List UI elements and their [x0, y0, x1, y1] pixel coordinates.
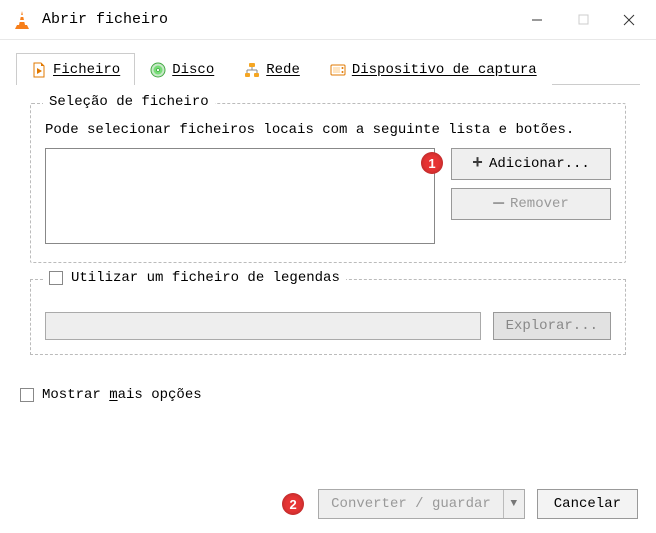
- titlebar: Abrir ficheiro: [0, 0, 656, 40]
- convert-save-label: Converter / guardar: [319, 490, 504, 518]
- open-file-dialog: Abrir ficheiro: [0, 0, 656, 533]
- file-selection-title: Seleção de ficheiro: [43, 94, 215, 110]
- capture-device-icon: [330, 62, 346, 78]
- tab-capture-label: Dispositivo de captura: [352, 62, 537, 78]
- tab-file-label: Ficheiro: [53, 62, 120, 78]
- subtitle-checkbox-label: Utilizar um ficheiro de legendas: [71, 270, 340, 286]
- subtitle-group: Utilizar um ficheiro de legendas Explora…: [30, 279, 626, 355]
- minus-icon: —: [493, 195, 504, 213]
- disc-icon: [150, 62, 166, 78]
- file-icon: [31, 62, 47, 78]
- tab-disc[interactable]: Disco: [135, 53, 229, 85]
- file-panel: Seleção de ficheiro Pode selecionar fich…: [16, 85, 640, 355]
- file-list[interactable]: [45, 148, 435, 244]
- remove-button[interactable]: — Remover: [451, 188, 611, 220]
- tab-network-label: Rede: [266, 62, 300, 78]
- file-selection-group: Seleção de ficheiro Pode selecionar fich…: [30, 103, 626, 263]
- content-area: Ficheiro Disco: [0, 40, 656, 403]
- vlc-cone-icon: [12, 10, 32, 30]
- tab-capture[interactable]: Dispositivo de captura: [315, 53, 552, 85]
- maximize-button[interactable]: [560, 0, 606, 40]
- tab-disc-label: Disco: [172, 62, 214, 78]
- subtitle-checkbox[interactable]: [49, 271, 63, 285]
- remove-button-label: Remover: [510, 196, 569, 212]
- plus-icon: +: [472, 155, 483, 173]
- tab-bar: Ficheiro Disco: [16, 52, 640, 85]
- close-button[interactable]: [606, 0, 652, 40]
- convert-save-button[interactable]: Converter / guardar ▼: [318, 489, 525, 519]
- callout-1: 1: [421, 152, 443, 174]
- subtitle-path-input[interactable]: [45, 312, 481, 340]
- dropdown-arrow-icon[interactable]: ▼: [504, 490, 524, 518]
- window-controls: [514, 0, 652, 40]
- more-options-label: Mostrar mais opções: [42, 387, 202, 403]
- browse-button[interactable]: Explorar...: [493, 312, 611, 340]
- add-button[interactable]: + Adicionar...: [451, 148, 611, 180]
- window-title: Abrir ficheiro: [42, 11, 514, 28]
- minimize-button[interactable]: [514, 0, 560, 40]
- tab-network[interactable]: Rede: [229, 53, 315, 85]
- more-options-row: Mostrar mais opções: [20, 387, 636, 403]
- add-button-label: Adicionar...: [489, 156, 590, 172]
- tab-file[interactable]: Ficheiro: [16, 53, 135, 85]
- callout-2: 2: [282, 493, 304, 515]
- footer: 2 Converter / guardar ▼ Cancelar: [282, 489, 638, 519]
- more-options-checkbox[interactable]: [20, 388, 34, 402]
- file-selection-instruction: Pode selecionar ficheiros locais com a s…: [45, 122, 611, 138]
- cancel-button[interactable]: Cancelar: [537, 489, 638, 519]
- network-icon: [244, 62, 260, 78]
